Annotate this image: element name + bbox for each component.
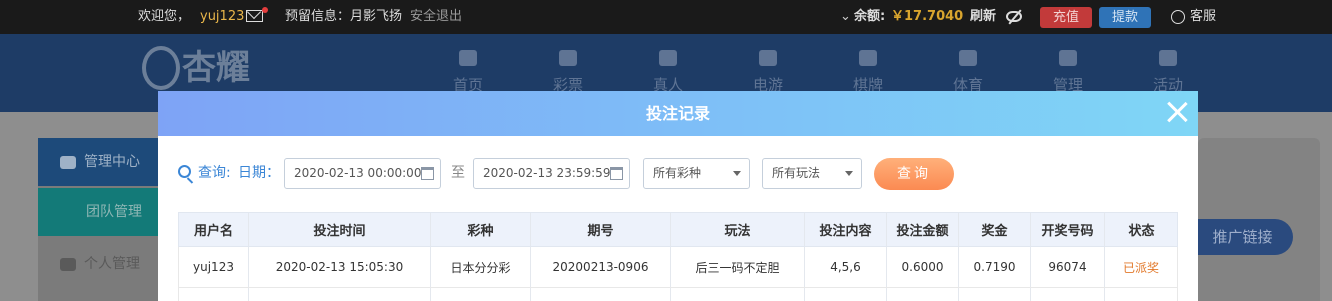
column-header: 状态 [1128,224,1155,239]
sidebar-item-team-manage[interactable]: 团队管理 [38,188,158,236]
query-button[interactable]: 查询 [874,158,954,190]
refresh-link[interactable]: 刷新 [970,0,996,34]
column-header: 奖金 [959,213,1031,246]
sidebar-item-label: 团队管理 [86,204,142,220]
table-row: yuj123 2020-02-13 15:05:30 日本分分彩 2020021… [178,247,1178,288]
column-header: 开奖号码 [1031,213,1105,246]
cell-empty [1031,288,1105,301]
cell-amount: 0.6000 [887,247,959,287]
sidebar-item-personal-manage[interactable]: 个人管理 [38,240,158,288]
column-header: 投注金额 [887,213,959,246]
date-to-value: 2020-02-13 23:59:59 [483,166,611,180]
sidebar-item-label: 管理中心 [84,154,140,170]
withdraw-button[interactable]: 提款 [1099,7,1151,28]
date-from-input[interactable]: 2020-02-13 00:00:00 [284,158,441,189]
play-select-value: 所有玩法 [772,166,821,180]
logo-text: 杏耀 [182,48,250,88]
mail-icon[interactable] [246,10,263,22]
cell-bet-time: 2020-02-13 15:05:30 [249,247,431,287]
cell-empty [179,288,249,301]
modal-title: 投注记录 [158,91,1198,136]
bet-records-modal: 投注记录 查询: 日期： 2020-02-13 00:00:00 至 2020-… [158,91,1198,301]
column-header: 投注时间 [249,213,431,246]
cell-empty [249,288,431,301]
balance-label: 余额: [854,9,886,24]
column-header: 用户名 [179,213,249,246]
lottery-icon [559,50,577,66]
gift-icon [1159,50,1177,66]
column-header: 期号 [531,213,671,246]
lottery-select-value: 所有彩种 [653,166,702,180]
cell-empty [671,288,805,301]
customer-service-link[interactable]: 客服 [1190,0,1216,34]
cell-empty [805,288,887,301]
live-icon [659,50,677,66]
column-header: 玩法 [671,213,805,246]
column-header: 投注内容 [805,213,887,246]
column-header: 彩种 [431,213,531,246]
cell-prize: 0.7190 [959,247,1031,287]
balance-amount: ￥17.7040 [891,9,964,24]
to-label: 至 [451,165,465,181]
chevron-down-icon[interactable]: ⌄ [840,0,851,34]
cell-lottery: 日本分分彩 [431,247,531,287]
sidebar-item-label: 个人管理 [84,256,140,272]
logout-link[interactable]: 安全退出 [410,0,462,34]
caret-down-icon [733,171,741,176]
cell-empty [887,288,959,301]
user-icon [60,258,76,271]
cell-play: 后三一码不定胆 [671,247,805,287]
query-label: 查询: [198,165,231,181]
cell-username: yuj123 [179,247,249,287]
eye-hidden-icon[interactable] [1006,11,1022,22]
cell-empty [959,288,1031,301]
caret-down-icon [845,171,853,176]
date-label: 日期： [238,165,280,181]
recharge-button[interactable]: 充值 [1040,7,1092,28]
cell-content: 4,5,6 [805,247,887,287]
lottery-type-select[interactable]: 所有彩种 [643,158,750,189]
sidebar-item-manage-center[interactable]: 管理中心 [38,138,158,186]
table-header: 用户名 投注时间 彩种 期号 玩法 投注内容 投注金额 奖金 开奖号码 状态 [178,212,1178,247]
promo-label: 推广链接 [1212,228,1273,246]
close-icon[interactable] [1166,101,1188,123]
users-icon [60,156,76,169]
calendar-icon[interactable] [610,167,623,180]
cell-issue: 20200213-0906 [531,247,671,287]
cell-status[interactable]: 已派奖 [1105,247,1177,287]
promo-link-button[interactable]: 推广链接 [1192,219,1293,255]
username: yuj123 [200,9,245,24]
welcome-text: 欢迎您， [138,9,191,24]
cell-empty [531,288,671,301]
play-type-select[interactable]: 所有玩法 [762,158,862,189]
date-to-input[interactable]: 2020-02-13 23:59:59 [473,158,630,189]
trophy-icon [959,50,977,66]
users-icon [1059,50,1077,66]
chat-icon[interactable] [1171,10,1185,24]
cell-draw-number: 96074 [1031,247,1105,287]
notification-dot [262,7,268,13]
slot-icon [759,50,777,66]
top-bar: 欢迎您， yuj123 预留信息：月影飞扬 安全退出 ⌄ 余额: ￥17.704… [0,0,1332,34]
site-logo[interactable]: 杏耀 [140,40,290,96]
cell-empty [431,288,531,301]
calendar-icon[interactable] [421,167,434,180]
date-from-value: 2020-02-13 00:00:00 [294,166,422,180]
reserved-info: 预留信息：月影飞扬 [285,9,403,24]
table-row [178,288,1178,301]
cards-icon [859,50,877,66]
home-icon [459,50,477,66]
search-icon [178,165,191,178]
